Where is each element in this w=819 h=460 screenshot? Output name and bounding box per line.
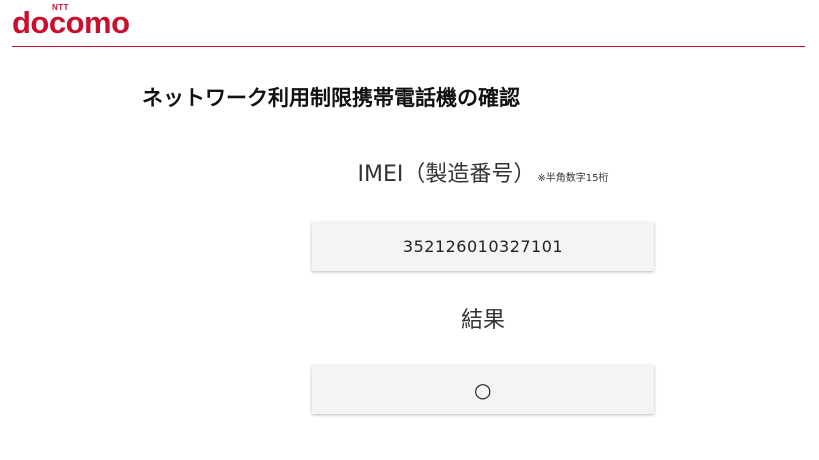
site-header: NTT docomo bbox=[0, 0, 819, 48]
imei-value-field: 352126010327101 bbox=[312, 222, 654, 271]
result-value-field: ○ bbox=[312, 365, 654, 414]
page-title: ネットワーク利用制限携帯電話機の確認 bbox=[142, 86, 520, 110]
docomo-logo[interactable]: NTT docomo bbox=[12, 4, 162, 40]
imei-label: IMEI（製造番号） ※半角数字15桁 bbox=[312, 160, 654, 194]
imei-label-text: IMEI（製造番号） bbox=[357, 162, 536, 187]
result-label: 結果 bbox=[460, 308, 505, 333]
imei-format-note: ※半角数字15桁 bbox=[537, 173, 609, 184]
header-divider bbox=[12, 46, 805, 47]
logo-wordmark: docomo bbox=[12, 5, 130, 40]
